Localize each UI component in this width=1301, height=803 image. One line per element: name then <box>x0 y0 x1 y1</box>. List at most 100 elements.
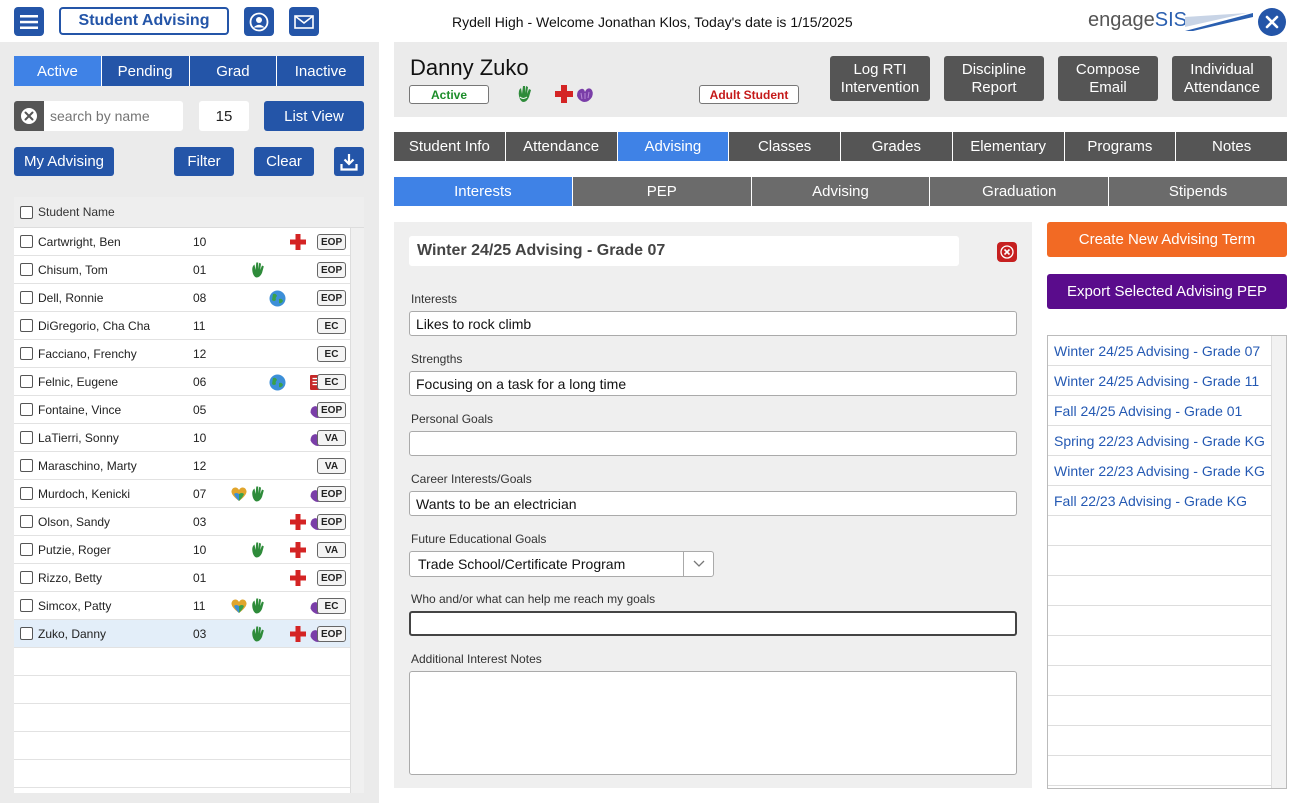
tab-notes[interactable]: Notes <box>1176 132 1287 161</box>
empty-row <box>14 676 350 704</box>
student-row-name: Cartwright, Ben <box>38 234 121 249</box>
future-educational-goals-select[interactable]: Trade School/Certificate Program <box>409 551 714 577</box>
log-rti-intervention-button[interactable]: Log RTI Intervention <box>830 56 930 101</box>
student-row[interactable]: DiGregorio, Cha Cha 11 EC <box>14 312 350 340</box>
program-badge: EOP <box>317 290 347 306</box>
row-checkbox[interactable] <box>20 263 33 276</box>
student-row[interactable]: Rizzo, Betty 01 EOP <box>14 564 350 592</box>
career-goals-field[interactable]: Wants to be an electrician <box>409 491 1017 516</box>
tab-inactive[interactable]: Inactive <box>277 56 364 86</box>
create-advising-term-button[interactable]: Create New Advising Term <box>1047 222 1287 257</box>
row-checkbox[interactable] <box>20 543 33 556</box>
strengths-field[interactable]: Focusing on a task for a long time <box>409 371 1017 396</box>
hamburger-menu-button[interactable] <box>14 7 44 36</box>
tab-classes[interactable]: Classes <box>729 132 841 161</box>
student-row[interactable]: Chisum, Tom 01 EOP <box>14 256 350 284</box>
student-row-icons <box>216 452 316 480</box>
student-row[interactable]: Fontaine, Vince 05 EOP <box>14 396 350 424</box>
row-checkbox[interactable] <box>20 347 33 360</box>
purple-hands-icon <box>575 84 595 107</box>
student-row[interactable]: Murdoch, Kenicki 07 EOP <box>14 480 350 508</box>
profile-button[interactable] <box>244 7 274 36</box>
individual-attendance-button[interactable]: Individual Attendance <box>1172 56 1272 101</box>
empty-row <box>14 704 350 732</box>
row-checkbox[interactable] <box>20 403 33 416</box>
list-scrollbar[interactable] <box>350 228 364 793</box>
row-checkbox[interactable] <box>20 627 33 640</box>
student-row[interactable]: Felnic, Eugene 06 EC <box>14 368 350 396</box>
tab-pending[interactable]: Pending <box>101 56 190 86</box>
advising-term-item[interactable]: Fall 22/23 Advising - Grade KG <box>1048 486 1272 516</box>
export-advising-pep-button[interactable]: Export Selected Advising PEP <box>1047 274 1287 309</box>
tab-attendance[interactable]: Attendance <box>505 132 618 161</box>
search-input[interactable] <box>44 108 179 124</box>
advising-term-item[interactable]: Spring 22/23 Advising - Grade KG <box>1048 426 1272 456</box>
clear-button[interactable]: Clear <box>254 147 314 176</box>
row-checkbox[interactable] <box>20 319 33 332</box>
search-clear-button[interactable] <box>14 101 44 131</box>
medical-icon <box>289 570 306 586</box>
advising-term-item[interactable]: Winter 24/25 Advising - Grade 11 <box>1048 366 1272 396</box>
advising-term-item[interactable]: Winter 24/25 Advising - Grade 07 <box>1048 336 1272 366</box>
row-checkbox[interactable] <box>20 487 33 500</box>
student-advising-button[interactable]: Student Advising <box>59 7 229 35</box>
program-badge: EC <box>317 346 346 362</box>
row-checkbox[interactable] <box>20 571 33 584</box>
my-advising-button[interactable]: My Advising <box>14 147 114 176</box>
interests-field[interactable]: Likes to rock climb <box>409 311 1017 336</box>
row-checkbox[interactable] <box>20 235 33 248</box>
subtab-pep[interactable]: PEP <box>572 177 752 206</box>
close-app-button[interactable] <box>1258 8 1286 36</box>
row-checkbox[interactable] <box>20 515 33 528</box>
subtab-stipends[interactable]: Stipends <box>1109 177 1287 206</box>
compose-email-button[interactable]: Compose Email <box>1058 56 1158 101</box>
close-icon <box>1265 15 1279 29</box>
student-row[interactable]: Cartwright, Ben 10 EOP <box>14 228 350 256</box>
student-row[interactable]: Zuko, Danny 03 EOP <box>14 620 350 648</box>
tab-advising[interactable]: Advising <box>617 132 730 161</box>
subtab-advising[interactable]: Advising <box>751 177 931 206</box>
additional-notes-textarea[interactable] <box>409 671 1017 775</box>
student-row-icons <box>216 480 326 508</box>
discipline-report-button[interactable]: Discipline Report <box>944 56 1044 101</box>
student-row[interactable]: Olson, Sandy 03 EOP <box>14 508 350 536</box>
personal-goals-field[interactable] <box>409 431 1017 456</box>
globe-icon <box>269 290 286 306</box>
student-row[interactable]: Simcox, Patty 11 EC <box>14 592 350 620</box>
row-checkbox[interactable] <box>20 291 33 304</box>
subtab-graduation[interactable]: Graduation <box>930 177 1110 206</box>
row-checkbox[interactable] <box>20 599 33 612</box>
subtab-interests[interactable]: Interests <box>394 177 573 206</box>
student-row-icons <box>216 228 316 256</box>
tab-active[interactable]: Active <box>14 56 102 86</box>
tab-student-info[interactable]: Student Info <box>394 132 506 161</box>
advising-term-item[interactable]: Fall 24/25 Advising - Grade 01 <box>1048 396 1272 426</box>
advising-term-item[interactable]: Winter 22/23 Advising - Grade KG <box>1048 456 1272 486</box>
green-hand-icon <box>249 626 266 642</box>
row-checkbox[interactable] <box>20 375 33 388</box>
student-row[interactable]: LaTierri, Sonny 10 VA <box>14 424 350 452</box>
tab-grades[interactable]: Grades <box>841 132 953 161</box>
filter-button[interactable]: Filter <box>174 147 234 176</box>
help-goals-field[interactable] <box>409 611 1017 636</box>
status-filter-tabs: Active Pending Grad Inactive <box>14 56 364 86</box>
student-row[interactable]: Putzie, Roger 10 VA <box>14 536 350 564</box>
delete-term-button[interactable] <box>997 242 1017 262</box>
close-circle-icon <box>1000 245 1014 259</box>
student-row[interactable]: Maraschino, Marty 12 VA <box>14 452 350 480</box>
select-all-checkbox[interactable] <box>20 205 33 219</box>
page-size-input[interactable]: 15 <box>199 101 249 131</box>
mail-button[interactable] <box>289 7 319 36</box>
row-checkbox[interactable] <box>20 431 33 444</box>
tab-grad[interactable]: Grad <box>189 56 278 86</box>
empty-term-row <box>1048 756 1272 786</box>
student-row[interactable]: Dell, Ronnie 08 EOP <box>14 284 350 312</box>
terms-scrollbar[interactable] <box>1271 336 1286 788</box>
list-view-button[interactable]: List View <box>264 101 364 131</box>
download-button[interactable] <box>334 147 364 176</box>
tab-programs[interactable]: Programs <box>1064 132 1177 161</box>
student-row-name: LaTierri, Sonny <box>38 430 119 445</box>
tab-elementary[interactable]: Elementary <box>952 132 1065 161</box>
student-row[interactable]: Facciano, Frenchy 12 EC <box>14 340 350 368</box>
row-checkbox[interactable] <box>20 459 33 472</box>
